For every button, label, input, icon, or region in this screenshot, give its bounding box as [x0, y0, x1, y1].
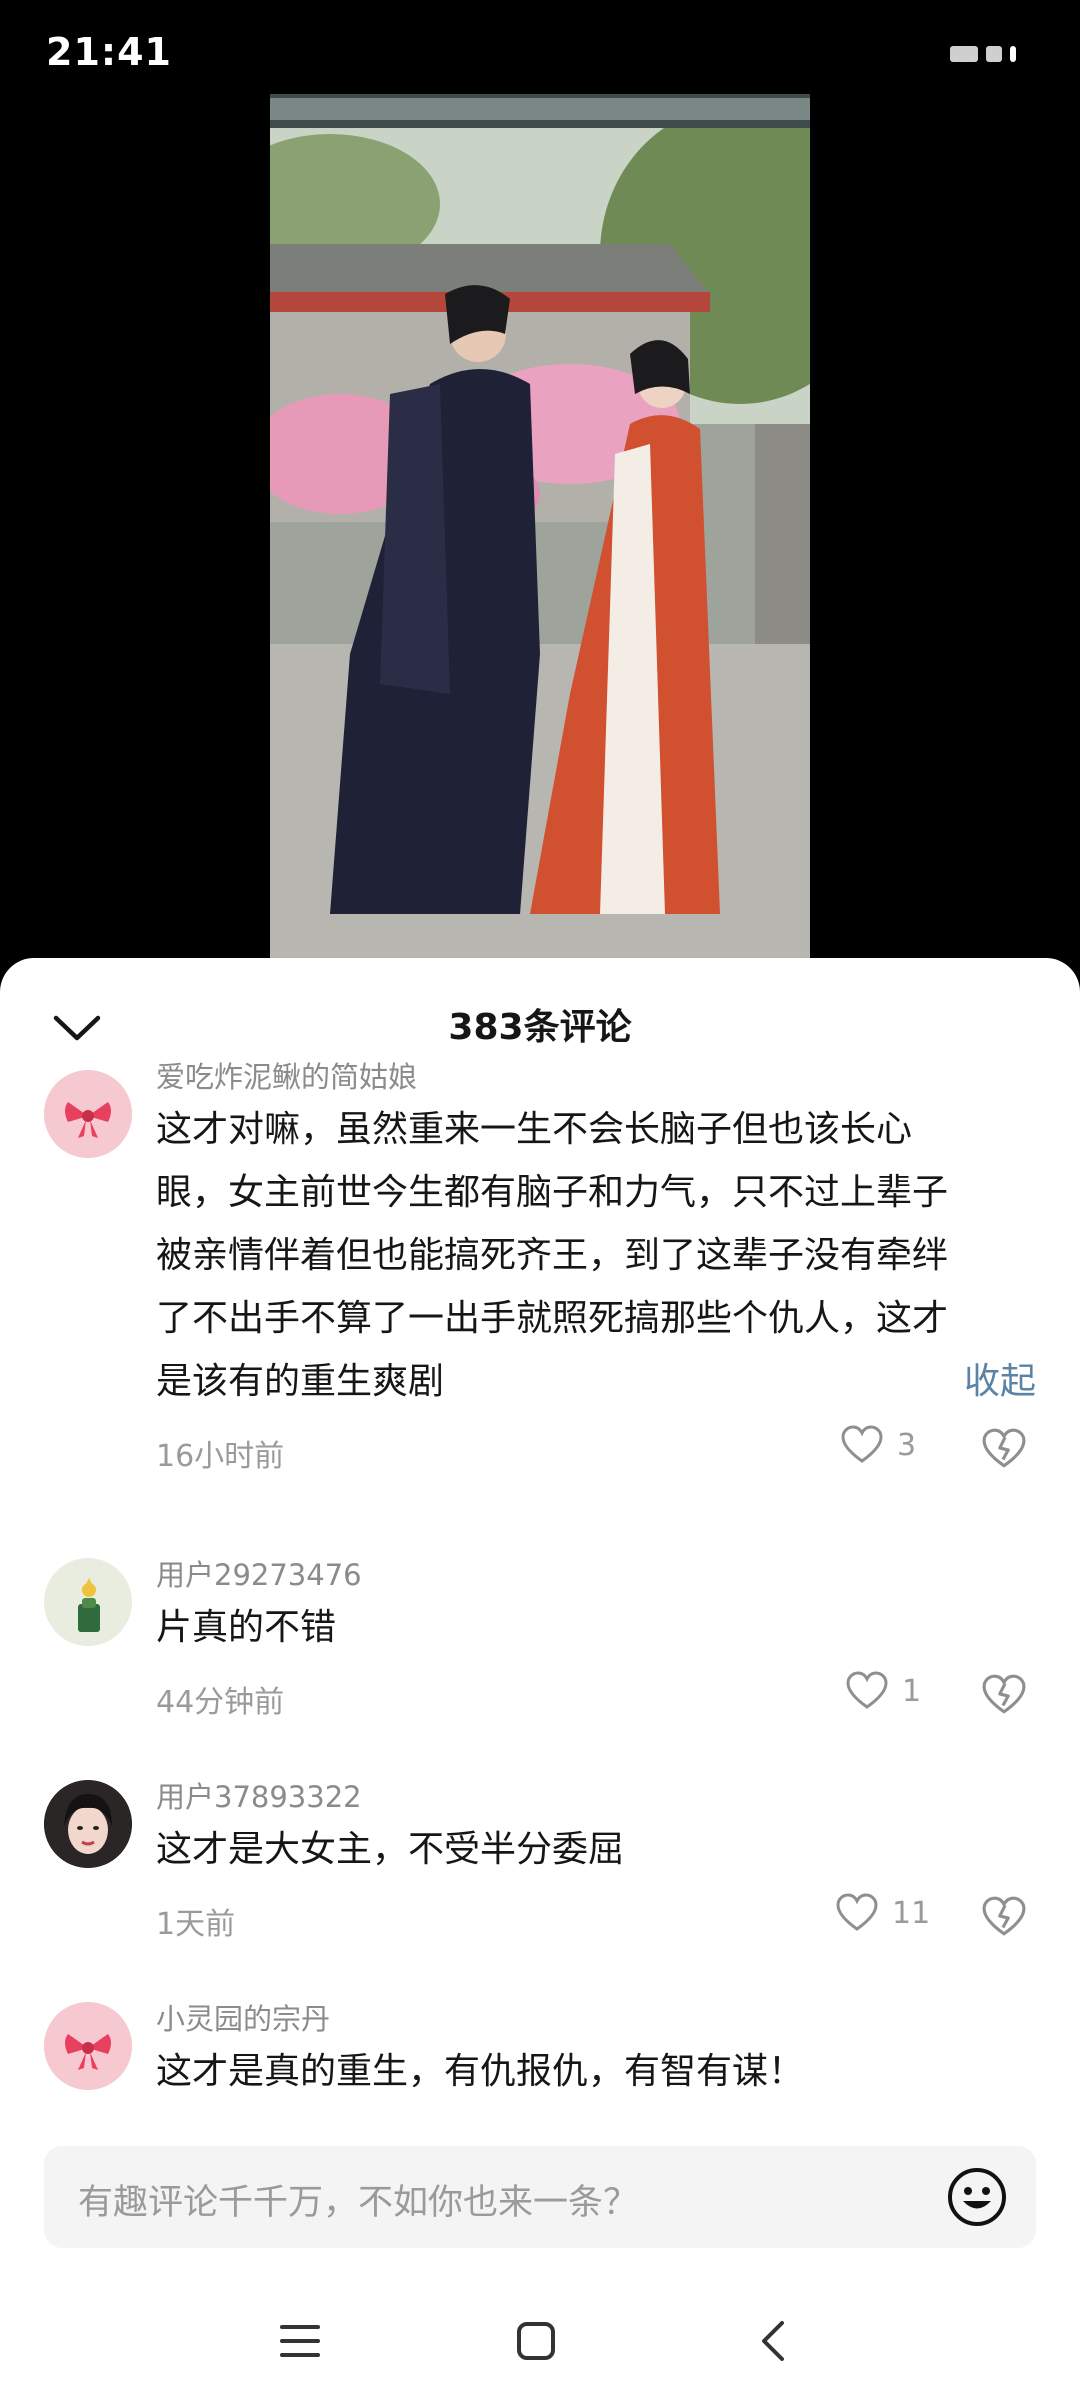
- comment-body: 用户29273476 片真的不错 44分钟前 1: [156, 1554, 1036, 1721]
- comment-text: 这才对嘛，虽然重来一生不会长脑子但也该长心 眼，女主前世今生都有脑子和力气，只不…: [156, 1098, 1036, 1413]
- menu-icon: [280, 2325, 320, 2357]
- comment-body: 爱吃炸泥鳅的简姑娘 这才对嘛，虽然重来一生不会长脑子但也该长心 眼，女主前世今生…: [156, 1056, 1036, 1475]
- heart-icon: [836, 1893, 878, 1931]
- like-button[interactable]: 3: [841, 1425, 916, 1465]
- wifi-icon: [986, 46, 1002, 62]
- comment-line: 片真的不错: [156, 1607, 337, 1648]
- system-nav-bar: [0, 2288, 1080, 2400]
- dislike-icon[interactable]: [982, 1895, 1026, 1939]
- comment-count-title: 383条评论: [448, 1007, 632, 1048]
- portrait-avatar: [44, 1780, 132, 1868]
- menu-nav-button[interactable]: [265, 2306, 335, 2376]
- dislike-icon[interactable]: [982, 1673, 1026, 1717]
- comment-line: 眼，女主前世今生都有脑子和力气，只不过上辈子: [156, 1172, 949, 1213]
- avatar[interactable]: [44, 1070, 132, 1158]
- comment-author[interactable]: 小灵园的宗丹: [156, 1998, 1036, 2040]
- comment-author[interactable]: 用户37893322: [156, 1776, 1036, 1818]
- comment-time: 44分钟前: [156, 1685, 285, 1720]
- home-square-icon: [517, 2322, 555, 2360]
- video-frame: [270, 94, 810, 964]
- comment-meta: 44分钟前 1: [156, 1671, 1036, 1721]
- comment-text: 这才是真的重生，有仇报仇，有智有谋！: [156, 2040, 1036, 2103]
- cactus-icon: [44, 1558, 132, 1646]
- emoji-icon[interactable]: [946, 2166, 1008, 2228]
- comment-time: 16小时前: [156, 1439, 285, 1474]
- like-button[interactable]: 11: [836, 1893, 930, 1933]
- like-count: 3: [897, 1427, 917, 1463]
- back-nav-button[interactable]: [738, 2306, 808, 2376]
- status-time: 21:41: [46, 30, 172, 74]
- bow-icon: [44, 1070, 132, 1158]
- avatar[interactable]: [44, 2002, 132, 2090]
- comment-line: 这才对嘛，虽然重来一生不会长脑子但也该长心: [156, 1109, 913, 1150]
- battery-icon: [1010, 46, 1016, 62]
- comment-meta: 16小时前 3: [156, 1425, 1036, 1475]
- signal-icon: [950, 46, 978, 62]
- comment-body: 小灵园的宗丹 这才是真的重生，有仇报仇，有智有谋！: [156, 1998, 1036, 2103]
- comment-sheet: 383条评论 爱吃炸泥鳅的简姑娘 这才对嘛，虽然重来一生不会长脑子但也该长心 眼…: [0, 958, 1080, 2400]
- video-player[interactable]: [270, 94, 810, 964]
- like-button[interactable]: 1: [846, 1671, 921, 1711]
- dislike-icon[interactable]: [982, 1427, 1026, 1471]
- heart-icon: [841, 1425, 883, 1463]
- like-count: 1: [902, 1673, 922, 1709]
- home-nav-button[interactable]: [501, 2306, 571, 2376]
- comment-time: 1天前: [156, 1907, 236, 1942]
- like-count: 11: [892, 1895, 931, 1931]
- comment-author[interactable]: 用户29273476: [156, 1554, 1036, 1596]
- status-icons: [950, 46, 1016, 62]
- screen: 21:41 383条评论 爱吃炸泥鳅的简姑娘 这才对嘛，虽然重来一生不会长脑子但…: [0, 0, 1080, 2400]
- comment-line: 了不出手不算了一出手就照死搞那些个仇人，这才: [156, 1298, 949, 1339]
- avatar[interactable]: [44, 1780, 132, 1868]
- comment-line: 这才是大女主，不受半分委屈: [156, 1829, 625, 1870]
- comment-body: 用户37893322 这才是大女主，不受半分委屈 1天前 11: [156, 1776, 1036, 1943]
- comment-input-placeholder: 有趣评论千千万，不如你也来一条？: [78, 2183, 639, 2223]
- avatar[interactable]: [44, 1558, 132, 1646]
- collapse-text-link[interactable]: 收起: [964, 1350, 1036, 1413]
- heart-icon: [846, 1671, 888, 1709]
- comment-input[interactable]: 有趣评论千千万，不如你也来一条？: [44, 2146, 1036, 2248]
- comment-text: 片真的不错: [156, 1596, 1036, 1659]
- comment-meta: 1天前 11: [156, 1893, 1036, 1943]
- bow-icon: [44, 2002, 132, 2090]
- comment-author[interactable]: 爱吃炸泥鳅的简姑娘: [156, 1056, 1036, 1098]
- back-chevron-icon: [762, 2321, 784, 2361]
- comment-line: 被亲情伴着但也能搞死齐王，到了这辈子没有牵绊: [156, 1235, 949, 1276]
- comment-line: 是该有的重生爽剧: [156, 1361, 445, 1402]
- comment-line: 这才是真的重生，有仇报仇，有智有谋！: [156, 2051, 805, 2092]
- comment-text: 这才是大女主，不受半分委屈: [156, 1818, 1036, 1881]
